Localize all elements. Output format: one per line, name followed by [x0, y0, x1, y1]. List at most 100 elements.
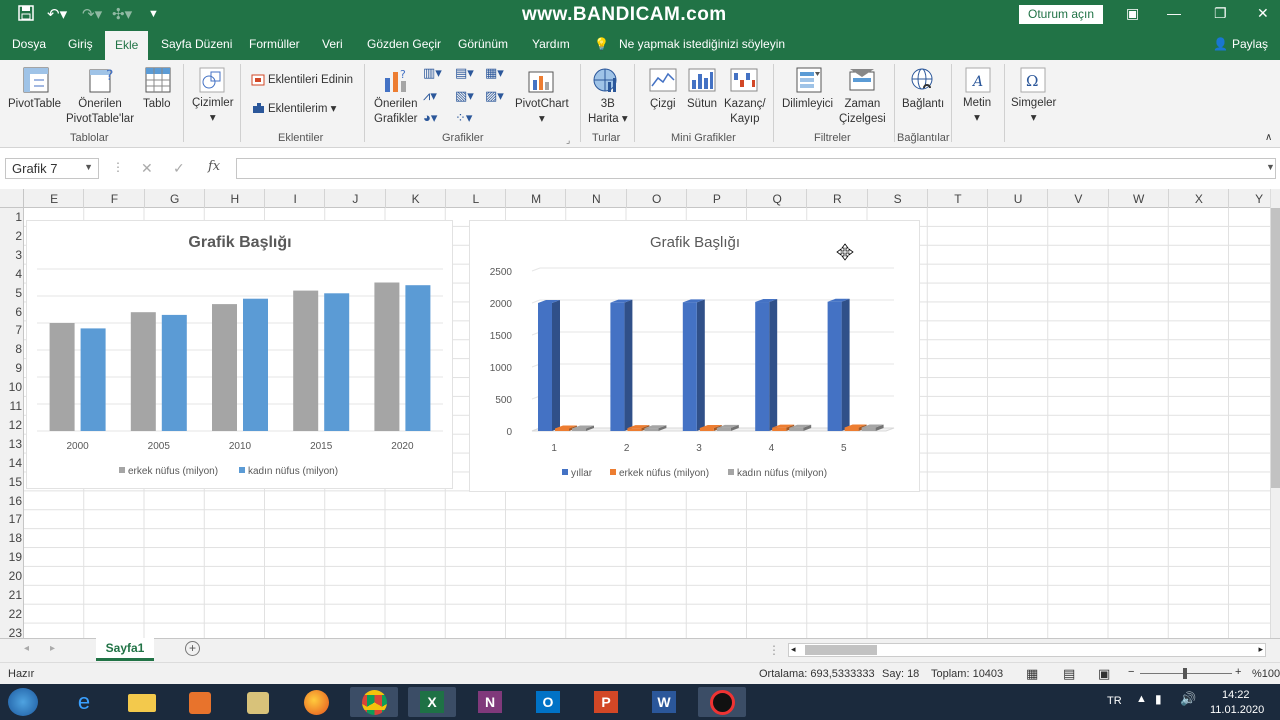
symbols-button[interactable]: Simgeler ▾ [1011, 96, 1056, 126]
column-header[interactable]: J [325, 192, 385, 206]
save-icon[interactable] [18, 5, 34, 25]
sparkline-column-button[interactable]: Sütun [687, 97, 717, 112]
row-header[interactable]: 7 [0, 323, 22, 337]
sheet-tab-sayfa1[interactable]: Sayfa1 [96, 638, 154, 661]
row-header[interactable]: 18 [0, 531, 22, 545]
row-header[interactable]: 16 [0, 494, 22, 508]
hierarchy-chart-icon[interactable]: ▦▾ [485, 65, 504, 80]
3d-map-button[interactable]: 3B Harita ▾ [588, 97, 628, 127]
insert-function-icon[interactable]: fx [208, 159, 220, 174]
row-header[interactable]: 9 [0, 361, 22, 375]
my-addins-button[interactable]: Eklentilerim ▾ [268, 102, 336, 117]
excel-taskbar-icon[interactable]: X [408, 687, 456, 717]
get-addins-button[interactable]: Eklentileri Edinin [268, 73, 353, 88]
column-chart-icon[interactable]: ▥▾ [423, 65, 442, 80]
row-header[interactable]: 22 [0, 607, 22, 621]
split-handle[interactable]: ⋮ [768, 643, 780, 657]
column-header[interactable]: L [446, 192, 506, 206]
status-sum[interactable]: Toplam: 10403 [931, 668, 1003, 680]
tab-ekle[interactable]: Ekle [105, 31, 149, 60]
row-header[interactable]: 21 [0, 588, 22, 602]
collapse-ribbon-icon[interactable]: ∧ [1265, 130, 1272, 145]
bar-chart-icon[interactable]: ▤▾ [455, 65, 474, 80]
column-header[interactable]: H [205, 192, 265, 206]
chrome-icon[interactable] [350, 687, 398, 717]
slicer-button[interactable]: Dilimleyici [782, 97, 833, 112]
status-average[interactable]: Ortalama: 693,5333333 [759, 668, 875, 680]
page-break-icon[interactable]: ▣ [1098, 666, 1110, 682]
column-header[interactable]: V [1048, 192, 1108, 206]
onenote-icon[interactable]: N [466, 687, 514, 717]
tell-me-box[interactable]: Ne yapmak istediğinizi söyleyin [619, 37, 785, 51]
start-button[interactable] [8, 688, 38, 716]
column-header[interactable]: O [627, 192, 687, 206]
clock-time[interactable]: 14:22 [1222, 689, 1250, 701]
tab-yardim[interactable]: Yardım [532, 37, 570, 51]
share-button[interactable]: Paylaş [1232, 37, 1268, 51]
dialog-launcher-icon[interactable]: ⌟ [566, 133, 570, 148]
row-header[interactable]: 10 [0, 380, 22, 394]
snipping-tool-icon[interactable] [234, 687, 282, 717]
tab-dosya[interactable]: Dosya [12, 37, 46, 51]
network-icon[interactable]: ▮ [1155, 692, 1162, 706]
row-header[interactable]: 17 [0, 512, 22, 526]
row-header[interactable]: 14 [0, 456, 22, 470]
pivotchart-button[interactable]: PivotChart ▾ [515, 97, 569, 127]
column-header[interactable]: P [687, 192, 747, 206]
statistic-chart-icon[interactable]: ▧▾ [455, 88, 474, 103]
vertical-scrollbar[interactable] [1270, 189, 1280, 638]
formula-input[interactable] [236, 158, 1276, 179]
column-header[interactable]: G [145, 192, 205, 206]
column-header[interactable]: N [566, 192, 626, 206]
row-header[interactable]: 6 [0, 305, 22, 319]
zoom-in-button[interactable]: + [1235, 666, 1241, 678]
scroll-next-sheet-icon[interactable]: ▸ [50, 643, 55, 654]
enter-icon[interactable]: ✓ [173, 160, 185, 177]
tab-veri[interactable]: Veri [322, 37, 343, 51]
new-sheet-button[interactable]: + [185, 641, 200, 656]
zoom-slider-thumb[interactable] [1183, 668, 1187, 679]
sparkline-line-button[interactable]: Çizgi [650, 97, 676, 112]
chart-1-title[interactable]: Grafik Başlığı [188, 234, 291, 251]
clock-date[interactable]: 11.01.2020 [1210, 704, 1264, 716]
chart-2[interactable]: Grafik Başlığı 0 500 1000 1500 2000 2500 1 2 3 4 5… [469, 220, 920, 492]
undo-icon[interactable]: ↶▾ [47, 5, 67, 23]
row-header[interactable]: 4 [0, 267, 22, 281]
sparkline-winloss-button[interactable]: Kazanç/Kayıp [724, 97, 766, 127]
row-header[interactable]: 13 [0, 437, 22, 451]
horizontal-scrollbar[interactable]: ◂ ▸ [788, 643, 1266, 657]
touch-mode-icon[interactable]: ✣▾ [112, 5, 132, 23]
column-header[interactable]: E [24, 192, 84, 206]
row-header[interactable]: 19 [0, 550, 22, 564]
column-header[interactable]: Q [747, 192, 807, 206]
firefox-icon[interactable] [292, 687, 340, 717]
name-box[interactable]: Grafik 7 ▼ [5, 158, 99, 179]
redo-icon[interactable]: ↷▾ [82, 5, 102, 23]
column-header[interactable]: S [868, 192, 928, 206]
expand-formula-icon[interactable]: ▼ [1266, 162, 1275, 172]
status-count[interactable]: Say: 18 [882, 668, 919, 680]
customize-toolbar-icon[interactable]: ▼ [148, 8, 159, 20]
signin-button[interactable]: Oturum açın [1019, 5, 1103, 24]
column-header[interactable]: T [928, 192, 988, 206]
pivottable-button[interactable]: PivotTable [8, 97, 61, 112]
tab-giris[interactable]: Giriş [68, 37, 93, 51]
ie-icon[interactable]: e [60, 687, 108, 717]
zoom-out-button[interactable]: − [1128, 666, 1134, 678]
volume-icon[interactable]: 🔊 [1180, 691, 1196, 707]
drawings-button[interactable]: Çizimler ▾ [192, 96, 234, 126]
explorer-icon[interactable] [118, 687, 166, 717]
column-header[interactable]: R [807, 192, 867, 206]
tab-formuller[interactable]: Formüller [249, 37, 300, 51]
row-header[interactable]: 11 [0, 399, 22, 413]
scatter-chart-icon[interactable]: ⁘▾ [455, 110, 472, 125]
bandicam-icon[interactable] [698, 687, 746, 717]
recommended-pivot-button[interactable]: Önerilen PivotTable'lar [66, 97, 134, 127]
maximize-icon[interactable]: ❐ [1214, 5, 1227, 22]
ribbon-display-icon[interactable]: ▣ [1126, 5, 1139, 22]
close-icon[interactable]: ✕ [1257, 5, 1269, 22]
chart-2-title[interactable]: Grafik Başlığı [650, 234, 740, 251]
minimize-icon[interactable]: — [1167, 5, 1181, 21]
language-indicator[interactable]: TR [1107, 695, 1122, 707]
column-header[interactable]: I [265, 192, 325, 206]
